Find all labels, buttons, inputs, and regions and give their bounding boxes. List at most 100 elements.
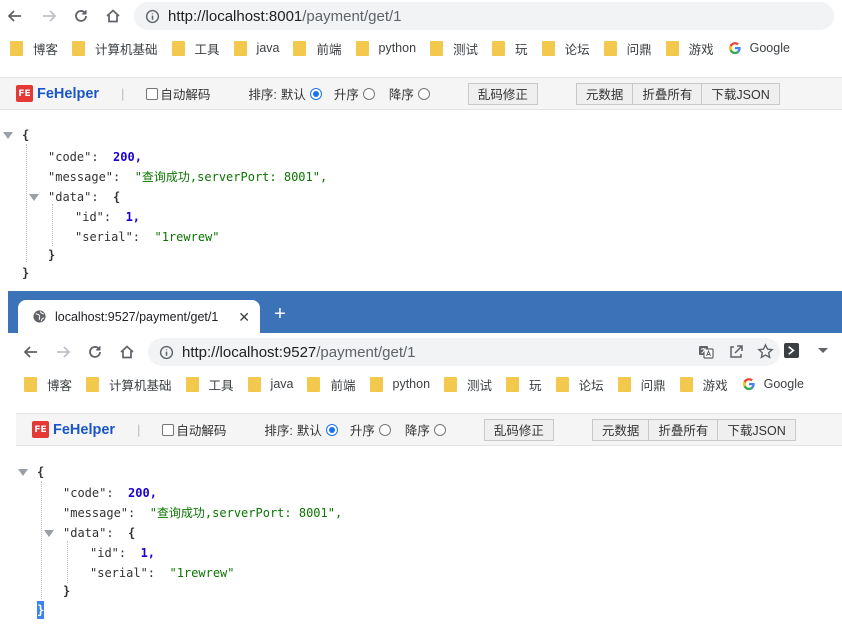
new-tab-icon[interactable]: + — [270, 303, 290, 326]
address-bar[interactable]: http://localhost:8001/payment/get/1 — [134, 2, 834, 30]
bookmark-google[interactable]: Google — [720, 36, 796, 60]
info-icon[interactable] — [144, 8, 160, 24]
json-key: "data": — [63, 526, 114, 540]
bookmark-item[interactable]: 游戏 — [658, 36, 720, 60]
collapse-all-button[interactable]: 折叠所有 — [633, 82, 703, 105]
checkbox-icon[interactable] — [162, 423, 175, 436]
collapse-toggle-icon[interactable] — [44, 530, 54, 537]
radio-icon[interactable] — [378, 423, 391, 436]
json-viewer-1: { "code": 200, "message": "查询成功,serverPo… — [0, 126, 842, 286]
google-icon — [742, 378, 755, 391]
bookmark-item[interactable]: 问鼎 — [610, 372, 672, 396]
share-icon[interactable] — [728, 344, 744, 363]
bookmark-item[interactable]: 玩 — [484, 36, 534, 60]
tab-close-icon[interactable]: ✕ — [238, 309, 250, 326]
json-brace: { — [113, 190, 121, 204]
fehelper-logo[interactable]: FE FeHelper — [16, 85, 99, 102]
json-brace: { — [128, 526, 136, 540]
back-icon[interactable] — [2, 3, 28, 29]
bookmark-item[interactable]: 测试 — [422, 36, 484, 60]
bookmark-item[interactable]: 计算机基础 — [78, 372, 178, 396]
bookmarks-bar: 博客 计算机基础 工具 java 前端 python 测试 玩 论坛 问鼎 游戏… — [8, 370, 842, 398]
folder-icon — [355, 40, 369, 56]
bookmark-google[interactable]: Google — [734, 372, 810, 396]
tab-strip: localhost:9527/payment/get/1 ✕ + — [8, 291, 842, 333]
bookmark-item[interactable]: 测试 — [436, 372, 498, 396]
json-key: "id": — [90, 546, 127, 560]
bookmark-item[interactable]: 论坛 — [548, 372, 610, 396]
folder-icon — [72, 40, 86, 56]
forward-icon[interactable] — [50, 339, 76, 365]
bookmark-item[interactable]: 论坛 — [534, 36, 596, 60]
json-string: "查询成功,serverPort: 8001", — [149, 506, 343, 520]
json-key: "serial": — [90, 566, 156, 580]
indent-guide — [26, 144, 27, 262]
json-open-brace: { — [22, 128, 30, 142]
autodecode-checkbox[interactable]: 自动解码 — [146, 84, 210, 103]
browser-tab[interactable]: localhost:9527/payment/get/1 ✕ — [18, 300, 260, 333]
download-json-button[interactable]: 下载JSON — [702, 82, 780, 105]
bookmark-item[interactable]: 前端 — [299, 372, 361, 396]
radio-icon[interactable] — [417, 87, 430, 100]
address-bar[interactable]: http://localhost:9527/payment/get/1 — [148, 338, 780, 366]
bookmark-item[interactable]: 游戏 — [672, 372, 734, 396]
bookmark-item[interactable]: 博客 — [0, 36, 64, 60]
bookmark-item[interactable]: java — [240, 372, 300, 396]
raw-data-button[interactable]: 元数据 — [575, 82, 634, 105]
bookmark-item[interactable]: 前端 — [285, 36, 347, 60]
folder-icon — [430, 40, 444, 56]
bookmark-item[interactable]: python — [362, 372, 437, 396]
checkbox-icon[interactable] — [146, 87, 159, 100]
home-icon[interactable] — [100, 3, 126, 29]
forward-icon[interactable] — [36, 3, 62, 29]
reload-icon[interactable] — [82, 339, 108, 365]
json-string: "1rewrew" — [154, 230, 220, 244]
bookmark-item[interactable]: 工具 — [164, 36, 226, 60]
home-icon[interactable] — [114, 339, 140, 365]
info-icon[interactable] — [158, 344, 174, 360]
radio-icon[interactable] — [433, 423, 446, 436]
reload-icon[interactable] — [68, 3, 94, 29]
fehelper-logo[interactable]: FE FeHelper — [32, 421, 115, 438]
bookmark-item[interactable]: 计算机基础 — [64, 36, 164, 60]
bookmark-item[interactable]: 玩 — [498, 372, 548, 396]
indent-guide — [67, 541, 68, 583]
json-string: "1rewrew" — [169, 566, 235, 580]
bookmarks-bar: 博客 计算机基础 工具 java 前端 python 测试 玩 论坛 问鼎 游戏… — [0, 34, 842, 62]
autodecode-checkbox[interactable]: 自动解码 — [162, 420, 226, 439]
sort-desc-radio[interactable]: 降序 — [405, 420, 446, 439]
sort-asc-radio[interactable]: 升序 — [334, 84, 375, 103]
folder-icon — [247, 376, 261, 392]
sort-asc-radio[interactable]: 升序 — [350, 420, 391, 439]
json-open-brace: { — [37, 465, 45, 479]
bookmark-item[interactable]: python — [348, 36, 423, 60]
fix-garbled-button[interactable]: 乱码修正 — [483, 418, 554, 441]
radio-icon[interactable] — [362, 87, 375, 100]
radio-icon[interactable] — [309, 87, 322, 100]
collapse-toggle-icon[interactable] — [18, 469, 28, 476]
fix-garbled-button[interactable]: 乱码修正 — [467, 82, 538, 105]
menu-chevron-icon[interactable] — [818, 348, 828, 353]
bookmark-item[interactable]: 工具 — [178, 372, 240, 396]
star-icon[interactable] — [757, 343, 774, 363]
bookmark-item[interactable]: 博客 — [8, 372, 78, 396]
sort-default-radio[interactable]: 默认 — [297, 420, 338, 439]
back-icon[interactable] — [18, 339, 44, 365]
folder-icon — [10, 40, 23, 56]
radio-icon[interactable] — [325, 423, 338, 436]
collapse-toggle-icon[interactable] — [29, 194, 39, 201]
bookmark-item[interactable]: java — [226, 36, 286, 60]
sort-desc-radio[interactable]: 降序 — [389, 84, 430, 103]
folder-icon — [185, 376, 199, 392]
raw-data-button[interactable]: 元数据 — [591, 418, 650, 441]
indent-guide — [52, 204, 53, 246]
collapse-all-button[interactable]: 折叠所有 — [649, 418, 719, 441]
json-string: "查询成功,serverPort: 8001", — [134, 170, 328, 184]
collapse-toggle-icon[interactable] — [3, 132, 13, 139]
bookmark-item[interactable]: 问鼎 — [596, 36, 658, 60]
folder-icon — [86, 376, 100, 392]
translate-icon[interactable] — [698, 344, 714, 363]
sort-default-radio[interactable]: 默认 — [281, 84, 322, 103]
extension-icon[interactable] — [784, 343, 799, 358]
download-json-button[interactable]: 下载JSON — [718, 418, 796, 441]
